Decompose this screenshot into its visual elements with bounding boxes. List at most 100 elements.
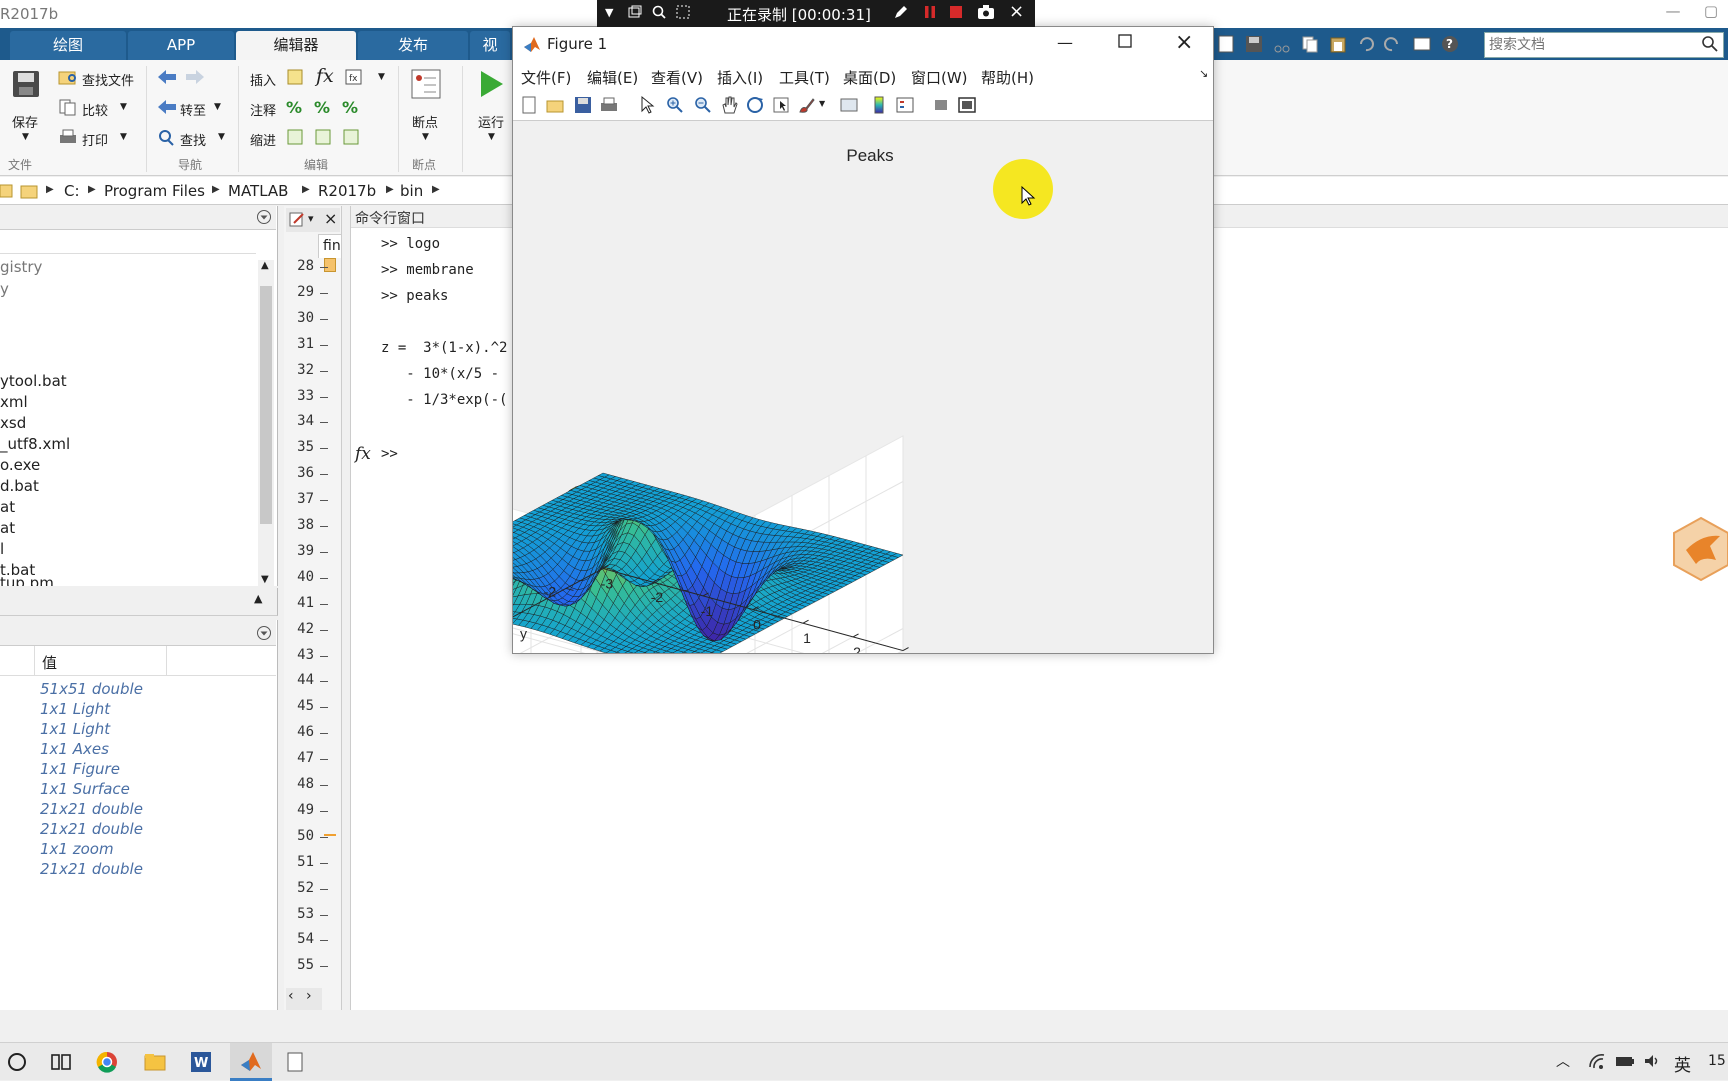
notepad-icon[interactable] — [284, 1051, 306, 1077]
scroll-up-icon[interactable]: ▲ — [261, 260, 269, 271]
breadcrumb-bin[interactable]: bin — [400, 182, 423, 200]
save-icon[interactable] — [1244, 34, 1264, 58]
function-browser-icon[interactable]: fx — [344, 68, 364, 90]
workspace-value[interactable]: 1x1 zoom — [40, 840, 114, 858]
smart-indent-icon[interactable] — [286, 128, 306, 150]
ime-indicator[interactable]: 英 — [1674, 1051, 1691, 1076]
file-explorer-icon[interactable] — [144, 1051, 166, 1077]
menu-tools[interactable]: 工具(T) — [779, 67, 830, 88]
fx-icon[interactable]: fx — [355, 444, 371, 464]
scrollbar[interactable]: ▲ ▼ — [258, 260, 274, 586]
cut-icon[interactable] — [1272, 34, 1292, 58]
show-plot-tools-icon[interactable] — [957, 95, 977, 119]
scrollbar-thumb[interactable] — [260, 286, 272, 524]
camera-icon[interactable] — [977, 4, 995, 24]
rotate-3d-icon[interactable] — [745, 95, 765, 119]
list-item[interactable]: xsd — [0, 414, 26, 432]
chevron-down-icon[interactable]: ▼ — [218, 132, 225, 142]
workspace-value[interactable]: 1x1 Axes — [40, 740, 109, 758]
figure-titlebar[interactable]: Figure 1 — × — [513, 27, 1213, 63]
chevron-down-icon[interactable]: ▼ — [120, 102, 127, 112]
workspace-value[interactable]: 1x1 Surface — [40, 780, 130, 798]
crumb-arrow-icon[interactable]: ▶ — [212, 184, 220, 195]
menu-insert[interactable]: 插入(I) — [717, 67, 763, 88]
close-icon[interactable]: × — [324, 209, 337, 228]
figure-canvas[interactable]: -3-2-10123-202-505xyPeaks — [513, 128, 1213, 653]
minimize-icon[interactable]: — — [1658, 2, 1688, 24]
tab-plots[interactable]: 绘图 — [10, 31, 126, 60]
pen-icon[interactable] — [893, 4, 909, 24]
scroll-down-icon[interactable]: ▼ — [261, 574, 269, 585]
dock-icon[interactable]: ↘ — [1199, 67, 1208, 80]
compare-button[interactable]: 比较 — [82, 100, 108, 119]
tab-publish[interactable]: 发布 — [358, 31, 468, 60]
list-item[interactable]: at — [0, 519, 15, 537]
list-item[interactable]: xml — [0, 393, 28, 411]
switch-windows-icon[interactable] — [1412, 34, 1432, 58]
run-button[interactable]: 运行 — [478, 112, 504, 131]
chevron-up-icon[interactable]: ︿ — [1556, 1051, 1570, 1071]
find-files-button[interactable]: 查找文件 — [82, 70, 134, 89]
workspace-value[interactable]: 1x1 Light — [40, 720, 110, 738]
crumb-arrow-icon[interactable]: ▶ — [432, 184, 440, 195]
fx-icon[interactable]: fx — [316, 65, 334, 87]
chevron-down-icon[interactable]: ▾ — [308, 212, 314, 225]
list-item[interactable]: tup.pm — [0, 574, 54, 586]
maximize-icon[interactable] — [1117, 33, 1133, 53]
workspace-value[interactable]: 21x21 double — [40, 800, 143, 818]
scroll-right-icon[interactable]: › — [306, 988, 312, 1004]
workspace-value[interactable]: 1x1 Light — [40, 700, 110, 718]
search-icon[interactable] — [651, 4, 667, 24]
list-item[interactable]: o.exe — [0, 456, 40, 474]
volume-icon[interactable] — [1642, 1051, 1662, 1075]
window-mode-icon[interactable] — [627, 4, 643, 24]
save-icon[interactable] — [573, 95, 593, 119]
wifi-icon[interactable] — [1588, 1051, 1608, 1075]
redo-icon[interactable] — [1382, 34, 1402, 58]
breadcrumb-program-files[interactable]: Program Files — [104, 182, 205, 200]
tab-apps[interactable]: APP — [128, 31, 234, 60]
colorbar-icon[interactable] — [869, 95, 889, 119]
folder-up-icon[interactable] — [0, 182, 14, 204]
brush-icon[interactable] — [797, 95, 817, 119]
indent-decrease-icon[interactable] — [342, 128, 362, 150]
list-item[interactable]: at — [0, 498, 15, 516]
forward-arrow-icon[interactable] — [184, 68, 206, 90]
stop-icon[interactable] — [949, 5, 963, 23]
panel-menu-icon[interactable] — [256, 209, 272, 229]
list-item[interactable]: ytool.bat — [0, 372, 67, 390]
workspace-value[interactable]: 21x21 double — [40, 820, 143, 838]
help-icon[interactable]: ? — [1440, 34, 1460, 58]
warning-marker[interactable] — [324, 834, 336, 836]
hide-plot-tools-icon[interactable] — [931, 95, 951, 119]
battery-icon[interactable] — [1614, 1051, 1636, 1075]
menu-help[interactable]: 帮助(H) — [981, 67, 1034, 88]
menu-desktop[interactable]: 桌面(D) — [843, 67, 896, 88]
data-cursor-icon[interactable] — [771, 95, 791, 119]
wrap-comments-icon[interactable]: % — [342, 98, 358, 117]
pointer-icon[interactable] — [637, 95, 657, 119]
scroll-left-icon[interactable]: ‹ — [288, 988, 294, 1004]
indent-increase-icon[interactable] — [314, 128, 334, 150]
new-figure-icon[interactable] — [519, 95, 539, 119]
editor-tab[interactable]: fin — [318, 234, 342, 258]
chevron-down-icon[interactable]: ▼ — [214, 102, 221, 112]
close-icon[interactable]: × — [1009, 1, 1024, 22]
menu-file[interactable]: 文件(F) — [521, 67, 571, 88]
copy-icon[interactable] — [1300, 34, 1320, 58]
breadcrumb-matlab[interactable]: MATLAB — [228, 182, 288, 200]
chevron-down-icon[interactable]: ▼ — [488, 132, 495, 142]
minimize-icon[interactable]: — — [1057, 33, 1073, 52]
task-view-icon[interactable] — [50, 1051, 72, 1077]
breakpoints-button[interactable]: 断点 — [412, 112, 438, 131]
tab-editor[interactable]: 编辑器 — [236, 31, 356, 60]
floating-assistant-widget[interactable] — [1672, 516, 1728, 582]
chevron-down-icon[interactable]: ▼ — [120, 132, 127, 142]
goto-button[interactable]: 转至 — [180, 100, 206, 119]
find-button[interactable]: 查找 — [180, 130, 206, 149]
back-arrow-icon[interactable] — [156, 68, 178, 90]
search-box[interactable] — [1484, 32, 1724, 58]
pause-icon[interactable] — [923, 5, 937, 23]
maximize-icon[interactable]: ▢ — [1696, 2, 1726, 24]
crumb-arrow-icon[interactable]: ▶ — [88, 184, 96, 195]
